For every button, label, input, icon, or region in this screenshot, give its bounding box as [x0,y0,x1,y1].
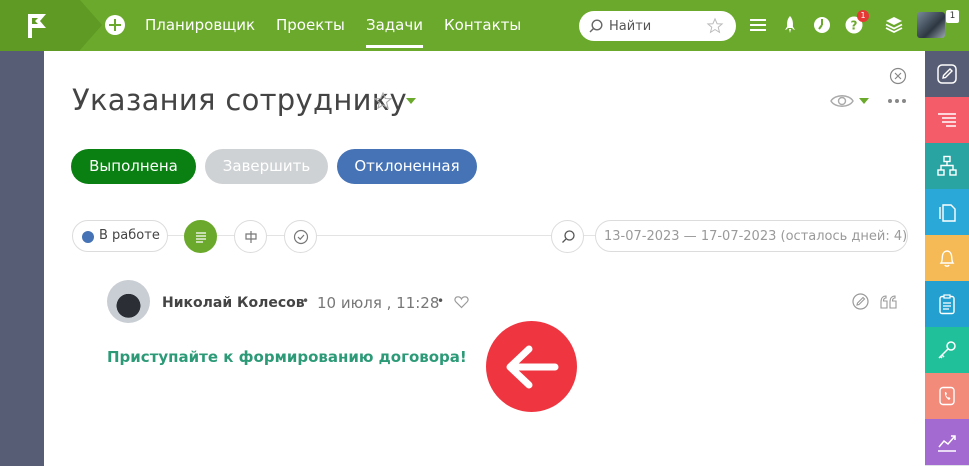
key-icon [938,341,956,359]
top-navigation-bar: Планировщик Проекты Задачи Контакты ? 1 … [0,0,969,51]
comment-text: Приступайте к формированию договора! [107,348,467,366]
comment-author-avatar[interactable] [107,280,150,323]
rocket-icon[interactable] [780,15,800,35]
finish-button[interactable]: Завершить [205,149,328,184]
left-arrow-icon [506,345,558,388]
svg-text:?: ? [851,19,858,33]
status-selector[interactable]: В работе [72,220,168,252]
separator-dot: • [302,294,310,308]
reject-button[interactable]: Отклоненная [337,149,477,184]
search-comments-button[interactable] [551,220,584,253]
sidebar-documents[interactable] [925,189,969,235]
more-options-icon[interactable] [887,98,907,104]
status-dot [82,231,94,243]
hierarchy-icon [937,155,957,176]
nav-planner[interactable]: Планировщик [145,0,255,51]
add-new-icon[interactable] [105,15,125,35]
search-input[interactable] [609,17,699,35]
eye-icon[interactable] [830,92,854,110]
days-left: (осталось дней: 4) [780,229,908,244]
edit-icon [937,64,957,84]
timer-icon[interactable] [812,15,832,35]
date-range-text: 13-07-2023 — 17-07-2023 (осталось дней: … [604,229,908,244]
like-heart-icon[interactable] [454,295,469,309]
quote-icon[interactable] [879,294,899,310]
task-title: Указания сотруднику [72,83,408,117]
check-circle-icon [293,229,308,244]
bell-icon [939,250,955,267]
menu-icon[interactable] [748,15,768,35]
edit-comment-icon[interactable] [852,293,869,310]
structure-tab[interactable] [234,220,267,253]
sidebar-list[interactable] [925,97,969,143]
subtasks-icon [244,230,257,243]
right-sidebar [925,51,969,466]
date-range[interactable]: 13-07-2023 — 17-07-2023 (осталось дней: … [595,220,908,252]
layers-icon[interactable] [884,15,904,35]
title-dropdown-caret-icon[interactable] [406,98,416,104]
sidebar-contacts[interactable] [925,373,969,419]
close-icon[interactable] [889,67,907,85]
separator-dot: • [437,294,445,308]
search-box[interactable] [579,11,736,41]
comment-date: 10 июля , 11:28 [317,294,440,312]
flag-logo-icon[interactable] [26,13,48,39]
chart-icon [938,435,956,452]
notification-badge: 1 [857,10,869,22]
text-lines-icon [195,231,206,243]
user-avatar[interactable] [917,12,945,38]
status-label: В работе [99,228,160,243]
checklist-tab[interactable] [284,220,317,253]
sidebar-key[interactable] [925,327,969,373]
user-badge: 1 [946,10,959,23]
left-sidebar-strip [0,51,44,466]
search-icon [561,229,575,243]
favorites-star-icon[interactable] [706,17,724,35]
nav-projects[interactable]: Проекты [276,0,345,51]
list-icon [938,113,956,127]
description-tab[interactable] [184,220,217,253]
sidebar-clipboard[interactable] [925,281,969,327]
watchers-dropdown-caret-icon[interactable] [859,98,869,104]
sidebar-hierarchy[interactable] [925,143,969,189]
sidebar-reports[interactable] [925,419,969,465]
phone-book-icon [939,386,955,406]
clipboard-icon [939,294,955,315]
nav-tasks[interactable]: Задачи [366,0,423,51]
nav-contacts[interactable]: Контакты [444,0,521,51]
sidebar-edit[interactable] [925,51,969,97]
documents-icon [939,204,956,222]
pointer-arrow-icon [486,321,577,412]
sidebar-notifications[interactable] [925,235,969,281]
search-icon [589,19,603,33]
logo-area[interactable] [0,0,102,51]
done-button[interactable]: Выполнена [71,149,196,184]
task-panel: Указания сотруднику Выполнена Завершить … [44,51,925,466]
favorite-star-icon[interactable] [373,91,393,111]
comment-author[interactable]: Николай Колесов [162,295,305,311]
